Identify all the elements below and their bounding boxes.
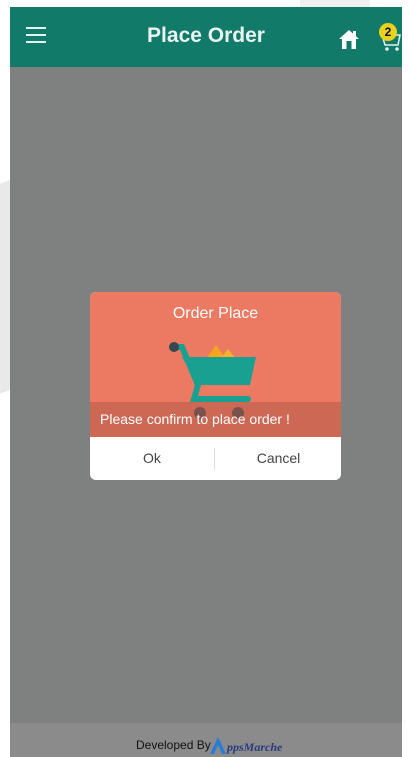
cancel-button[interactable]: Cancel [216, 437, 341, 480]
cart-button[interactable]: 2 [374, 21, 402, 53]
brand-name[interactable]: ppsMarche [227, 740, 282, 755]
dialog-header: Order Place Please confirm to place orde… [90, 292, 341, 437]
dialog-actions: Ok Cancel [90, 437, 341, 480]
cart-count-badge: 2 [379, 23, 397, 41]
appsmarche-logo-icon [210, 737, 226, 754]
dialog-message-bar: Please confirm to place order ! [90, 402, 341, 437]
dialog-title: Order Place [172, 305, 259, 322]
home-icon[interactable] [337, 27, 361, 51]
dialog-message: Please confirm to place order ! [100, 411, 290, 427]
confirm-dialog: Order Place Please confirm to place orde… [90, 292, 341, 480]
toolbar: Place Order 2 [10, 7, 402, 67]
ok-button[interactable]: Ok [90, 437, 214, 480]
app-screen: Place Order 2 Order Place Please confirm… [10, 7, 402, 757]
developed-by-label: Developed By [136, 738, 211, 752]
footer: Developed By ppsMarche [10, 723, 402, 757]
button-divider [214, 448, 215, 470]
